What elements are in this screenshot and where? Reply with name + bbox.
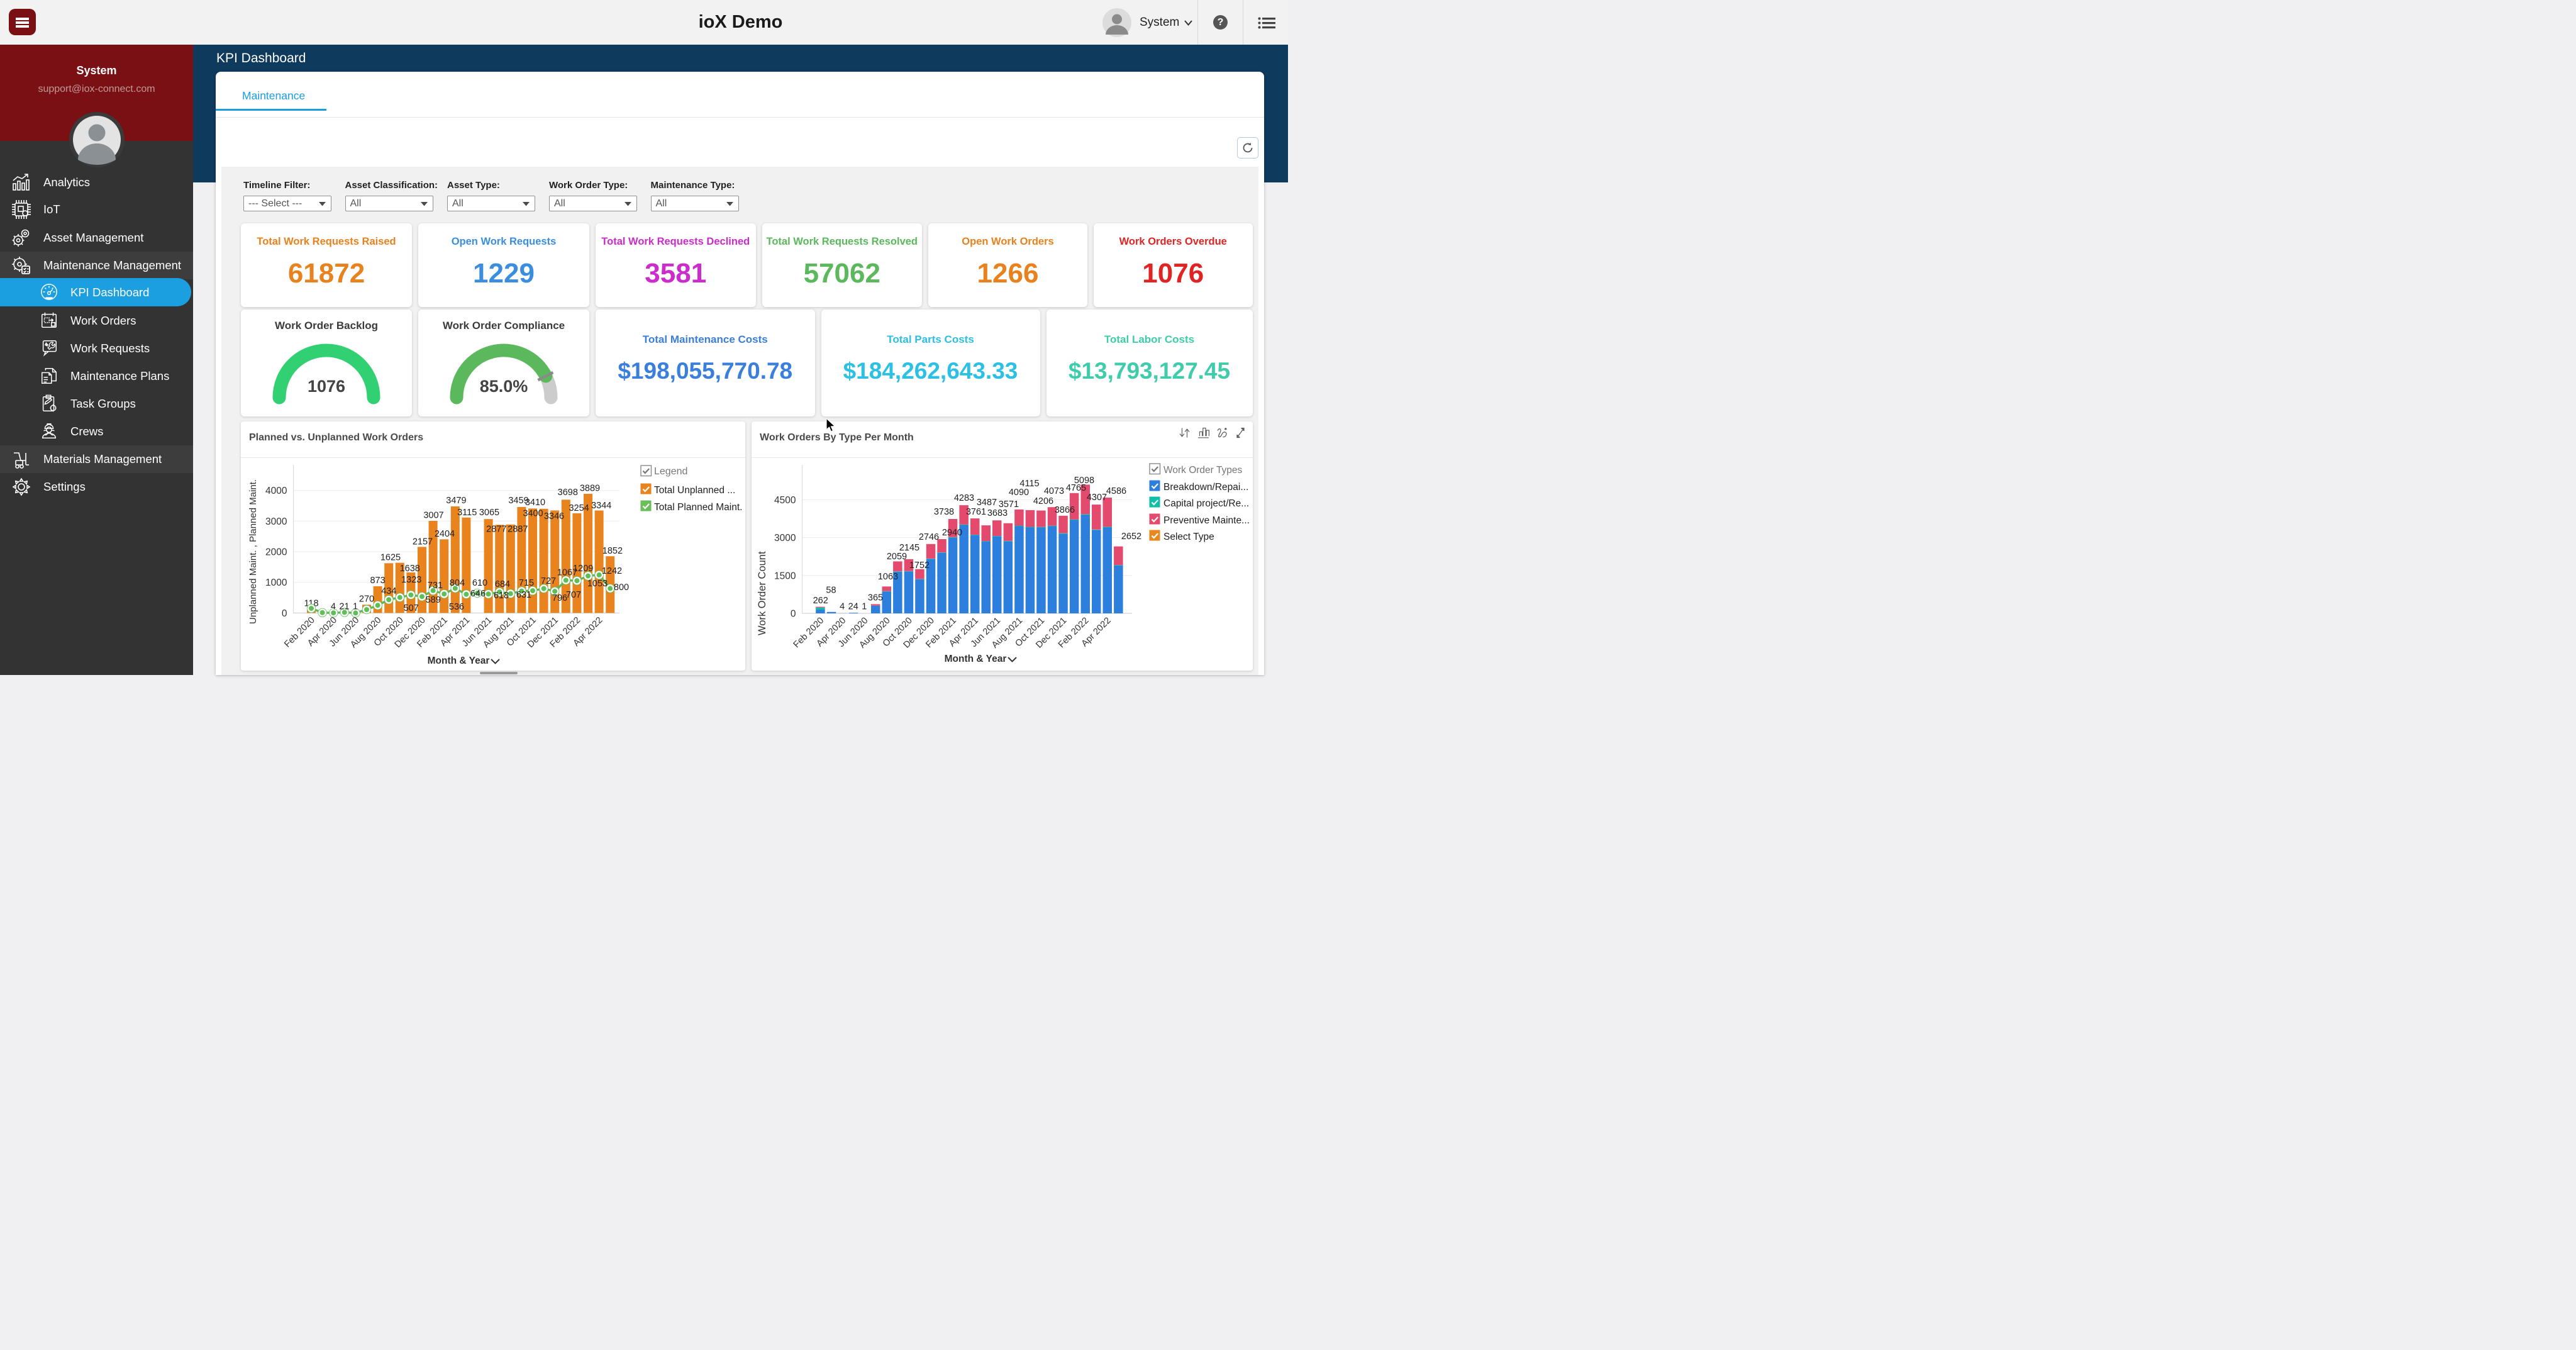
svg-text:3698: 3698 bbox=[558, 488, 578, 498]
svg-text:3344: 3344 bbox=[591, 501, 611, 511]
svg-text:365: 365 bbox=[868, 593, 883, 603]
svg-text:1: 1 bbox=[353, 601, 358, 611]
svg-text:3571: 3571 bbox=[999, 499, 1019, 510]
svg-text:4: 4 bbox=[331, 601, 336, 611]
svg-text:4500: 4500 bbox=[774, 495, 796, 506]
svg-text:3683: 3683 bbox=[987, 508, 1008, 518]
svg-text:3065: 3065 bbox=[479, 508, 499, 518]
svg-text:1000: 1000 bbox=[265, 577, 287, 588]
svg-text:2652: 2652 bbox=[1121, 532, 1141, 542]
svg-text:873: 873 bbox=[370, 576, 385, 586]
svg-text:4090: 4090 bbox=[1009, 488, 1029, 498]
svg-text:2877: 2877 bbox=[486, 525, 506, 535]
svg-text:4206: 4206 bbox=[1033, 496, 1053, 506]
svg-text:1852: 1852 bbox=[602, 546, 623, 556]
svg-text:434: 434 bbox=[381, 586, 396, 596]
svg-text:3000: 3000 bbox=[265, 516, 287, 527]
svg-text:507: 507 bbox=[404, 603, 419, 613]
svg-text:3889: 3889 bbox=[580, 484, 600, 494]
svg-text:3007: 3007 bbox=[423, 511, 443, 521]
svg-text:4586: 4586 bbox=[1106, 486, 1126, 496]
svg-text:4073: 4073 bbox=[1044, 486, 1064, 496]
svg-text:1: 1 bbox=[862, 602, 867, 612]
svg-text:536: 536 bbox=[449, 602, 464, 612]
svg-text:2157: 2157 bbox=[413, 537, 433, 547]
svg-text:24: 24 bbox=[848, 602, 858, 612]
svg-text:618: 618 bbox=[494, 591, 509, 601]
svg-text:3738: 3738 bbox=[934, 507, 954, 517]
svg-text:4307: 4307 bbox=[1087, 493, 1107, 503]
svg-text:1752: 1752 bbox=[909, 561, 930, 571]
svg-text:3866: 3866 bbox=[1055, 505, 1075, 515]
svg-text:796: 796 bbox=[552, 593, 567, 603]
svg-text:2746: 2746 bbox=[919, 532, 939, 542]
svg-text:3115: 3115 bbox=[457, 508, 477, 518]
svg-text:727: 727 bbox=[541, 576, 556, 586]
svg-text:Month & Year: Month & Year bbox=[945, 654, 1007, 664]
svg-text:4: 4 bbox=[840, 602, 845, 612]
svg-text:3400: 3400 bbox=[523, 509, 543, 519]
svg-text:1053: 1053 bbox=[587, 579, 608, 589]
svg-text:1625: 1625 bbox=[380, 552, 401, 562]
svg-text:684: 684 bbox=[495, 579, 510, 589]
svg-text:3487: 3487 bbox=[977, 498, 997, 508]
svg-text:3410: 3410 bbox=[525, 498, 545, 508]
svg-text:731: 731 bbox=[428, 581, 443, 591]
svg-text:4283: 4283 bbox=[954, 493, 974, 503]
svg-text:804: 804 bbox=[450, 578, 465, 588]
svg-text:2000: 2000 bbox=[265, 547, 287, 558]
svg-text:Work Order Count: Work Order Count bbox=[757, 551, 768, 635]
svg-text:2145: 2145 bbox=[899, 543, 919, 553]
svg-text:1323: 1323 bbox=[401, 575, 421, 585]
svg-text:2940: 2940 bbox=[942, 528, 962, 538]
svg-text:3346: 3346 bbox=[544, 511, 564, 522]
svg-text:5098: 5098 bbox=[1074, 476, 1094, 486]
svg-text:2404: 2404 bbox=[435, 529, 455, 539]
svg-text:646: 646 bbox=[470, 589, 486, 599]
svg-text:1063: 1063 bbox=[878, 572, 898, 582]
svg-text:800: 800 bbox=[614, 583, 629, 593]
svg-text:2059: 2059 bbox=[887, 552, 907, 562]
svg-text:3254: 3254 bbox=[569, 503, 589, 513]
svg-text:4000: 4000 bbox=[265, 486, 287, 496]
svg-text:262: 262 bbox=[813, 596, 828, 606]
svg-text:0: 0 bbox=[282, 608, 287, 619]
svg-text:610: 610 bbox=[472, 578, 487, 588]
svg-text:58: 58 bbox=[826, 586, 836, 596]
svg-text:3479: 3479 bbox=[446, 496, 466, 506]
svg-text:1500: 1500 bbox=[774, 571, 796, 581]
svg-text:1242: 1242 bbox=[602, 566, 622, 576]
svg-text:0: 0 bbox=[791, 609, 796, 620]
svg-text:631: 631 bbox=[516, 590, 531, 600]
svg-text:2887: 2887 bbox=[508, 525, 528, 535]
svg-text:715: 715 bbox=[519, 578, 534, 588]
svg-text:21: 21 bbox=[339, 601, 349, 611]
svg-text:1638: 1638 bbox=[400, 564, 420, 574]
svg-text:3000: 3000 bbox=[774, 533, 796, 544]
svg-text:270: 270 bbox=[359, 594, 374, 604]
svg-text:707: 707 bbox=[566, 590, 581, 600]
svg-text:3761: 3761 bbox=[966, 507, 986, 517]
svg-text:Unplanned Maint. , Planned Mai: Unplanned Maint. , Planned Maint. bbox=[248, 479, 258, 624]
svg-text:589: 589 bbox=[426, 595, 441, 605]
svg-text:1209: 1209 bbox=[573, 564, 593, 574]
svg-text:Month & Year: Month & Year bbox=[428, 655, 490, 666]
